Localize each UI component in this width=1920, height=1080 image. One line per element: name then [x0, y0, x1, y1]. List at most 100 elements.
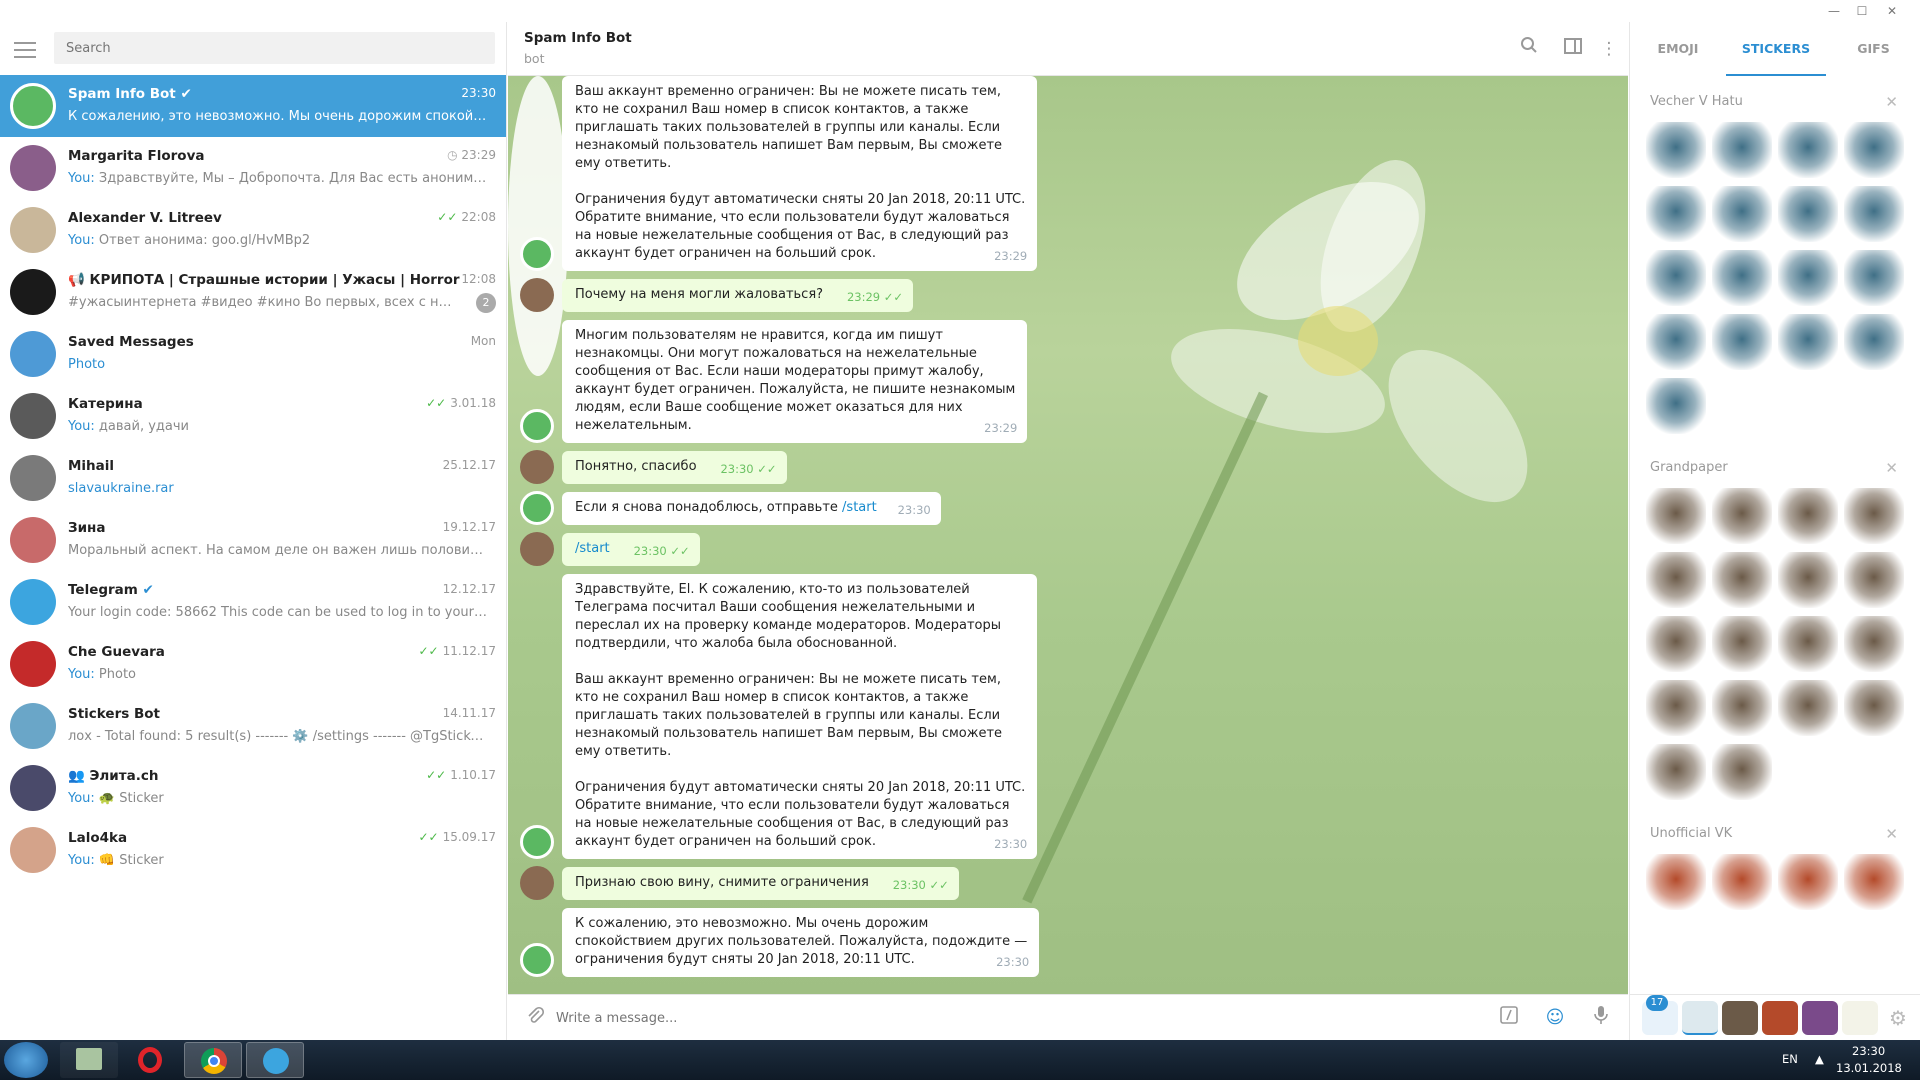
chat-title[interactable]: Spam Info Bot: [524, 30, 632, 46]
command-link[interactable]: /start: [575, 541, 610, 556]
sticker[interactable]: [1778, 488, 1838, 544]
sticker[interactable]: [1712, 616, 1772, 672]
chat-item[interactable]: Зина 19.12.17 Моральный аспект. На самом д…: [0, 509, 506, 571]
bot-avatar[interactable]: [520, 491, 554, 525]
set-icon-poop[interactable]: [1802, 1001, 1838, 1035]
chat-item[interactable]: Mihail 25.12.17 slavaukraine.rar: [0, 447, 506, 509]
sticker[interactable]: [1778, 250, 1838, 306]
microphone-icon[interactable]: [1588, 1005, 1614, 1031]
remove-set-icon[interactable]: ✕: [1885, 93, 1898, 111]
chat-item[interactable]: Stickers Bot 14.11.17 лох - Total found: 5…: [0, 695, 506, 757]
outgoing-message[interactable]: /start 23:30 ✓✓: [562, 533, 700, 566]
taskbar-telegram[interactable]: [246, 1042, 304, 1078]
tab-stickers[interactable]: STICKERS: [1726, 22, 1826, 76]
chat-item[interactable]: Катерина ✓✓ 3.01.18 You: давай, удачи: [0, 385, 506, 447]
chat-item[interactable]: 📢 КРИПОТА | Страшные истории | Ужасы | H…: [0, 261, 506, 323]
set-icon-grandpaper[interactable]: [1722, 1001, 1758, 1035]
sticker[interactable]: [1712, 186, 1772, 242]
user-avatar[interactable]: [520, 866, 554, 900]
incoming-message[interactable]: Здравствуйте, El. К сожалению, кто-то из…: [562, 574, 1038, 859]
sticker[interactable]: [1844, 314, 1904, 370]
outgoing-message[interactable]: Признаю свою вину, снимите ограничения 23…: [562, 867, 959, 900]
sticker[interactable]: [1646, 314, 1706, 370]
chat-item[interactable]: Alexander V. Litreev ✓✓ 22:08 You: Ответ ан…: [0, 199, 506, 261]
language-indicator[interactable]: EN: [1782, 1052, 1798, 1066]
settings-icon[interactable]: ⚙: [1880, 1001, 1916, 1035]
sticker[interactable]: [1844, 250, 1904, 306]
attach-icon[interactable]: [522, 1005, 548, 1031]
set-icon-vk[interactable]: [1762, 1001, 1798, 1035]
sticker[interactable]: [1646, 552, 1706, 608]
sticker[interactable]: [1712, 744, 1772, 800]
sticker[interactable]: [1844, 854, 1904, 910]
sidebar-toggle-icon[interactable]: [1560, 36, 1586, 62]
minimize-button[interactable]: —: [1822, 1, 1846, 21]
sticker[interactable]: [1844, 616, 1904, 672]
sticker[interactable]: [1712, 854, 1772, 910]
outgoing-message[interactable]: Понятно, спасибо 23:30 ✓✓: [562, 451, 787, 484]
chat-item[interactable]: Lalo4ka ✓✓ 15.09.17 You: 👊 Sticker: [0, 819, 506, 881]
sticker[interactable]: [1712, 552, 1772, 608]
sticker[interactable]: [1646, 616, 1706, 672]
clock-time[interactable]: 23:30: [1852, 1044, 1885, 1058]
chat-item[interactable]: Spam Info Bot ✔ 23:30 К сожалению, это нев…: [0, 75, 506, 137]
tray-expand-icon[interactable]: ▲: [1815, 1052, 1824, 1066]
user-avatar[interactable]: [520, 450, 554, 484]
sticker[interactable]: [1646, 680, 1706, 736]
sticker[interactable]: [1778, 854, 1838, 910]
sticker[interactable]: [1646, 854, 1706, 910]
chat-item[interactable]: 👥 Элита.ch ✓✓ 1.10.17 You: 🐢 Sticker: [0, 757, 506, 819]
maximize-button[interactable]: ☐: [1850, 1, 1874, 21]
start-button[interactable]: [4, 1042, 48, 1078]
emoji-icon[interactable]: ☺: [1542, 1005, 1568, 1031]
sticker[interactable]: [1778, 616, 1838, 672]
clock-date[interactable]: 13.01.2018: [1836, 1061, 1902, 1075]
sticker[interactable]: [1778, 314, 1838, 370]
command-link[interactable]: /start: [842, 500, 877, 515]
user-avatar[interactable]: [520, 278, 554, 312]
chat-item[interactable]: Margarita Florova ◷ 23:29 You: Здравствуйт…: [0, 137, 506, 199]
sticker[interactable]: [1646, 744, 1706, 800]
bot-avatar[interactable]: [520, 943, 554, 977]
bot-avatar[interactable]: [520, 409, 554, 443]
set-icon-vecher[interactable]: [1682, 1001, 1718, 1035]
sticker[interactable]: [1712, 122, 1772, 178]
sticker[interactable]: [1646, 122, 1706, 178]
sticker[interactable]: [1646, 250, 1706, 306]
sticker[interactable]: [1646, 186, 1706, 242]
bot-avatar[interactable]: [520, 237, 554, 271]
set-icon-faded[interactable]: [1842, 1001, 1878, 1035]
bot-command-icon[interactable]: [1496, 1005, 1522, 1031]
bot-avatar[interactable]: [520, 825, 554, 859]
sticker[interactable]: [1844, 122, 1904, 178]
sticker[interactable]: [1712, 680, 1772, 736]
taskbar-opera[interactable]: [122, 1042, 180, 1078]
tab-emoji[interactable]: EMOJI: [1630, 22, 1726, 76]
chat-item[interactable]: Che Guevara ✓✓ 11.12.17 You: Photo: [0, 633, 506, 695]
chat-item[interactable]: Saved Messages Mon Photo: [0, 323, 506, 385]
search-icon[interactable]: [1516, 36, 1542, 62]
incoming-message[interactable]: Многим пользователям не нравится, когда …: [562, 320, 1028, 443]
sticker[interactable]: [1844, 552, 1904, 608]
sticker[interactable]: [1712, 314, 1772, 370]
sticker[interactable]: [1778, 122, 1838, 178]
sticker[interactable]: [1844, 186, 1904, 242]
remove-set-icon[interactable]: ✕: [1885, 459, 1898, 477]
sticker[interactable]: [1778, 552, 1838, 608]
sticker[interactable]: [1844, 488, 1904, 544]
sticker[interactable]: [1778, 186, 1838, 242]
search-input[interactable]: [54, 32, 495, 64]
sticker[interactable]: [1712, 488, 1772, 544]
message-input[interactable]: [556, 1007, 1456, 1029]
taskbar-chrome[interactable]: [184, 1042, 242, 1078]
sticker[interactable]: [1778, 680, 1838, 736]
sticker[interactable]: [1646, 488, 1706, 544]
tab-gifs[interactable]: GIFS: [1826, 22, 1920, 76]
incoming-message[interactable]: К сожалению, это невозможно. Мы очень до…: [562, 908, 1040, 977]
close-button[interactable]: ✕: [1880, 1, 1904, 21]
more-options-icon[interactable]: ⋮: [1596, 36, 1622, 62]
user-avatar[interactable]: [520, 532, 554, 566]
menu-icon[interactable]: [14, 42, 36, 58]
outgoing-message[interactable]: Почему на меня могли жаловаться? 23:29 ✓✓: [562, 279, 914, 312]
incoming-message[interactable]: Если я снова понадоблюсь, отправьте /sta…: [562, 492, 941, 525]
